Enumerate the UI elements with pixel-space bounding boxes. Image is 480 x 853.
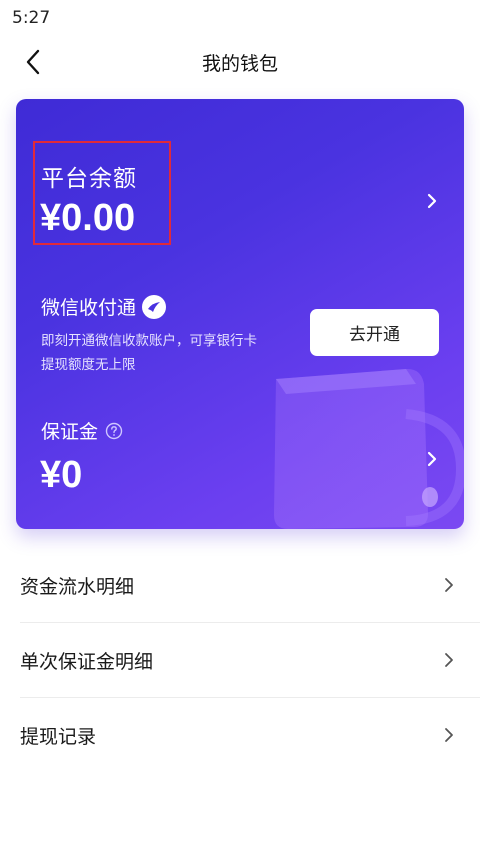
chevron-right-icon bbox=[445, 578, 453, 592]
status-bar: 5:27 bbox=[0, 0, 480, 36]
wechat-pay-description: 即刻开通微信收款账户，可享银行卡 提现额度无上限 bbox=[41, 329, 311, 377]
wallet-card: 平台余额 ¥0.00 微信收付通 即刻开通微信收款账户，可享银行卡 提现额度无上… bbox=[16, 99, 464, 529]
activate-wechat-pay-button[interactable]: 去开通 bbox=[310, 309, 439, 356]
balance-chevron-right-icon[interactable] bbox=[422, 191, 442, 211]
back-button[interactable] bbox=[18, 48, 48, 76]
wechat-pay-desc-line1: 即刻开通微信收款账户，可享银行卡 bbox=[41, 333, 257, 349]
chevron-right-icon bbox=[445, 728, 453, 742]
nav-bar: 我的钱包 bbox=[0, 36, 480, 88]
menu-item-withdraw-records[interactable]: 提现记录 bbox=[20, 698, 480, 773]
help-question-icon[interactable] bbox=[105, 422, 123, 440]
menu-item-deposit-detail[interactable]: 单次保证金明细 bbox=[20, 623, 480, 698]
wechat-pay-icon bbox=[142, 294, 167, 319]
deposit-amount: ¥0 bbox=[40, 454, 83, 496]
menu-item-label: 提现记录 bbox=[20, 726, 97, 748]
menu-item-label: 资金流水明细 bbox=[20, 575, 135, 598]
back-arrow-icon bbox=[26, 49, 40, 75]
menu-item-fund-flow[interactable]: 资金流水明细 bbox=[20, 548, 480, 623]
deposit-chevron-right-icon[interactable] bbox=[422, 449, 442, 469]
page-title: 我的钱包 bbox=[201, 52, 278, 75]
wechat-pay-row: 微信收付通 bbox=[41, 293, 167, 320]
wallet-menu-list: 资金流水明细 单次保证金明细 提现记录 bbox=[0, 548, 480, 773]
platform-balance-amount: ¥0.00 bbox=[40, 197, 136, 239]
wechat-pay-desc-line2: 提现额度无上限 bbox=[41, 357, 136, 373]
status-time: 5:27 bbox=[12, 8, 51, 28]
chevron-right-icon bbox=[445, 653, 453, 667]
deposit-label: 保证金 bbox=[41, 421, 99, 443]
platform-balance-label: 平台余额 bbox=[41, 166, 137, 192]
deposit-row: 保证金 bbox=[41, 417, 123, 444]
menu-item-label: 单次保证金明细 bbox=[20, 650, 154, 673]
wechat-pay-title: 微信收付通 bbox=[41, 297, 137, 319]
